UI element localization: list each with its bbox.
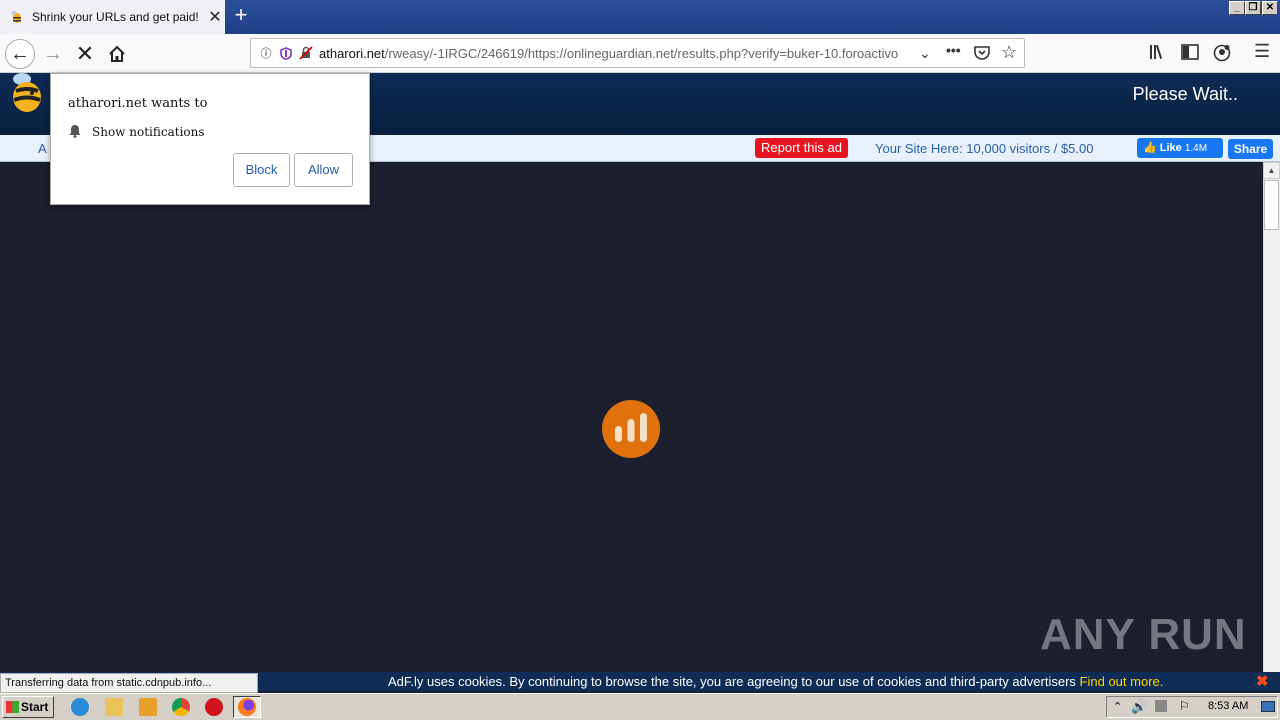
restore-icon[interactable]: ❐ (1245, 1, 1261, 15)
opera-icon[interactable] (205, 698, 223, 716)
tab-strip: Shrink your URLs and get paid! ✕ + _ ❐ ✕ (0, 0, 1280, 34)
facebook-share-button[interactable]: Share (1228, 139, 1273, 159)
allow-button[interactable]: Allow (294, 153, 353, 187)
tracking-shield-icon[interactable] (279, 46, 293, 60)
address-bar[interactable]: ⓘ atharori.net/rweasy/-1IRGC/246619/http… (250, 38, 1025, 68)
back-arrow-icon[interactable]: ← (5, 39, 35, 69)
stop-loading-icon[interactable]: ✕ (70, 39, 100, 69)
anyrun-watermark: ANY RUN (1040, 610, 1247, 659)
bee-favicon-icon (11, 11, 21, 23)
taskbar: Start ⌃ 🔊 ⚐ 8:53 AM (0, 693, 1280, 720)
tab-active[interactable]: Shrink your URLs and get paid! ✕ (0, 0, 225, 34)
firefox-task-button[interactable] (233, 696, 261, 718)
vertical-scrollbar[interactable] (1263, 162, 1280, 672)
find-out-more-link[interactable]: Find out more. (1080, 674, 1164, 689)
show-desktop-icon[interactable] (1261, 701, 1275, 712)
media-player-icon[interactable] (139, 698, 157, 716)
cookie-text: AdF.ly uses cookies. By continuing to br… (388, 674, 1076, 689)
tab-title: Shrink your URLs and get paid! (32, 10, 199, 24)
tab-close-icon[interactable]: ✕ (205, 7, 225, 27)
ad-strip-link[interactable]: A (38, 141, 47, 156)
library-icon[interactable] (1149, 44, 1167, 65)
block-button[interactable]: Block (233, 153, 290, 187)
forward-arrow-icon[interactable]: → (38, 39, 68, 69)
dropdown-chevron-icon[interactable]: ⌄ (919, 45, 931, 62)
pocket-icon[interactable] (974, 45, 990, 63)
account-icon[interactable] (1213, 44, 1231, 67)
chrome-icon[interactable] (172, 698, 190, 716)
sidebar-icon[interactable] (1181, 44, 1199, 65)
page-actions-icon[interactable]: ••• (946, 42, 961, 58)
info-icon[interactable]: ⓘ (259, 46, 273, 60)
bee-logo-icon[interactable] (8, 73, 44, 113)
scrollbar-thumb[interactable] (1264, 180, 1279, 230)
cookie-close-icon[interactable]: ✖ (1256, 672, 1269, 691)
tray-expand-icon[interactable]: ⌃ (1113, 700, 1122, 713)
window-close-icon[interactable]: ✕ (1262, 1, 1278, 15)
system-tray: ⌃ 🔊 ⚐ (1106, 696, 1278, 718)
network-icon[interactable] (1155, 700, 1167, 712)
internet-explorer-icon[interactable] (71, 698, 89, 716)
bookmark-star-icon[interactable]: ☆ (1001, 42, 1017, 63)
facebook-like-button[interactable]: 👍 Like 1.4M (1137, 138, 1223, 158)
url-text: atharori.net/rweasy/-1IRGC/246619/https:… (319, 46, 909, 61)
bell-icon (69, 125, 81, 138)
action-center-flag-icon[interactable]: ⚐ (1179, 699, 1190, 713)
clock: 8:53 AM (1208, 700, 1249, 712)
navigation-toolbar: ← → ✕ ⓘ atharori.net/rweasy/-1IRGC/24661… (0, 34, 1280, 73)
fb-like-count: 1.4M (1184, 143, 1208, 154)
cookie-notice: AdF.ly uses cookies. By continuing to br… (388, 672, 1163, 691)
scroll-up-arrow-icon[interactable]: ▲ (1263, 162, 1280, 179)
insecure-lock-icon[interactable] (299, 46, 313, 60)
please-wait-text: Please Wait.. (1132, 84, 1238, 104)
your-site-here-link[interactable]: Your Site Here: 10,000 visitors / $5.00 (875, 141, 1093, 156)
status-bar: Transferring data from static.cdnpub.inf… (0, 673, 258, 693)
url-path: /rweasy/-1IRGC/246619/https://onlineguar… (384, 45, 899, 61)
thumbs-up-icon: 👍 (1143, 142, 1157, 154)
url-domain: atharori.net (319, 45, 385, 61)
permission-label: Show notifications (92, 125, 205, 139)
menu-hamburger-icon[interactable]: ☰ (1254, 41, 1270, 62)
report-ad-button[interactable]: Report this ad (755, 138, 848, 158)
main-content (0, 162, 1263, 672)
windows-logo-icon (6, 701, 19, 713)
home-icon[interactable] (102, 39, 132, 69)
folder-icon[interactable] (105, 698, 123, 716)
fb-like-label: Like (1159, 142, 1182, 154)
start-button[interactable]: Start (2, 696, 54, 718)
start-label: Start (21, 700, 49, 714)
firefox-icon (238, 698, 256, 716)
new-tab-icon[interactable]: + (230, 4, 252, 28)
loading-bars-icon (602, 400, 660, 458)
minimize-icon[interactable]: _ (1229, 1, 1245, 15)
notification-permission-popup: atharori.net wants to Show notifications… (50, 73, 370, 205)
volume-icon[interactable]: 🔊 (1131, 699, 1147, 715)
popup-title: atharori.net wants to (68, 96, 208, 111)
